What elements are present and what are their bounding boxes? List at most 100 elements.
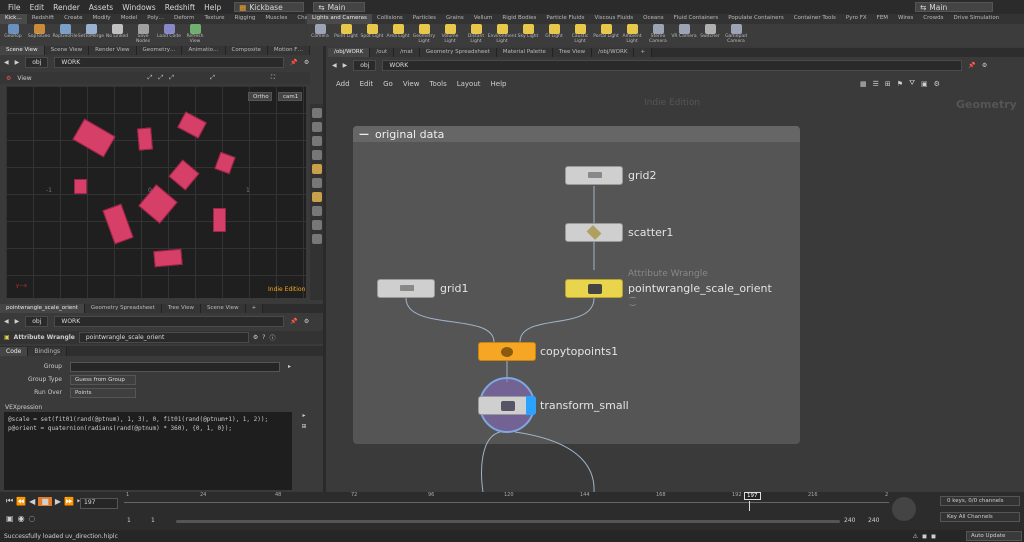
subtab-bindings[interactable]: Bindings [28,346,68,356]
performance-icon[interactable]: ⚠ [913,533,918,540]
shelf-tool-gamepad-camera[interactable]: Gamepad Camera [723,24,749,46]
normals-icon[interactable] [311,234,322,244]
scene-viewport[interactable]: -1 0 1 Ortho cam1 Indie Edition y—x [6,86,306,298]
tab-geometry[interactable]: Geometry… [136,46,183,55]
add-tab-icon[interactable]: + [634,48,653,57]
snap-icon-2[interactable]: ⤢ [158,74,163,82]
tab-geometry-spreadsheet[interactable]: Geometry Spreadsheet [84,304,162,313]
info-icon[interactable]: ⓘ [269,333,275,342]
tab-scene-view[interactable]: Scene View [0,46,45,55]
run-over-dropdown[interactable]: Points [70,387,136,398]
shelf-tool-savenodes[interactable]: Save Nodes [130,24,156,46]
shelf-tab[interactable]: Create [59,14,87,24]
shelf-tool-ropgeofile[interactable]: RopGeoFile [52,24,78,46]
shelf-tab[interactable]: Kick… [0,14,27,24]
tab-render-view[interactable]: Render View [89,46,137,55]
forward-icon[interactable]: ▶ [343,62,348,69]
range-start-2[interactable]: 1 [151,517,155,524]
back-icon[interactable]: ◀ [4,59,9,66]
shelf-tool-distant-light[interactable]: Distant Light [463,24,489,46]
subtab-code[interactable]: Code [0,346,29,356]
node-grid1[interactable] [377,279,435,298]
node-copytopoints1[interactable] [478,342,536,361]
rotate-icon[interactable] [311,136,322,146]
lock-icon[interactable]: ◼ [922,533,927,540]
next-key-icon[interactable]: ⏩ [64,497,74,506]
audio-icon[interactable]: ◉ [18,514,25,523]
range-slider[interactable] [176,520,840,523]
shelf-tool-portal-light[interactable]: Portal Light [593,24,619,46]
first-frame-icon[interactable]: ⏮ [6,496,13,506]
shelf-tool-volume-light[interactable]: Volume Light [437,24,463,46]
network-editor[interactable]: Indie Edition Geometry — original data g… [330,92,1024,492]
shelf-tool-loadcode[interactable]: Load Code [156,24,182,46]
current-frame-field[interactable]: 197 [80,498,118,509]
shelf-tool-area-light[interactable]: Area Light [385,24,411,46]
grid-icon[interactable]: ▦ [860,80,867,88]
auto-update-dropdown[interactable]: Auto Update [966,531,1022,541]
tab-animation[interactable]: Animatio… [182,46,226,55]
menu-render[interactable]: Render [53,3,80,12]
tab-mat[interactable]: /mat [394,48,420,57]
add-tab-icon[interactable]: + [245,304,264,313]
play-icon[interactable]: ▶ [55,497,61,506]
shelf-tab[interactable]: Drive Simulation [949,14,1005,24]
shelf-tool-stereo-camera[interactable]: Stereo Camera [645,24,671,46]
create-params-icon[interactable]: ⊞ [301,423,306,430]
menu-redshift[interactable]: Redshift [165,3,195,12]
gear-icon[interactable]: ⚙ [304,318,309,325]
shelf-tool-vr-camera[interactable]: VR Camera [671,24,697,46]
camera-dropdown[interactable]: cam1 [278,92,302,101]
shelf-tab[interactable]: Wires [893,14,918,24]
range-end[interactable]: 240 [844,517,855,524]
keys-info[interactable]: 0 keys, 0/0 channels [940,496,1020,506]
group-input[interactable] [70,361,280,372]
shelf-tool-soptogeo[interactable]: SopToGeo [26,24,52,46]
tab-motion[interactable]: Motion F… [267,46,310,55]
shelf-tab[interactable]: Redshift [27,14,59,24]
arrow-select-icon[interactable]: ▸ [288,363,291,370]
menu-windows[interactable]: Windows [122,3,155,12]
path-work[interactable]: WORK [54,316,285,327]
tab-network-work[interactable]: /obj/WORK [328,48,371,57]
path-obj[interactable]: obj [353,60,377,71]
tab-geometry-spreadsheet[interactable]: Geometry Spreadsheet [419,48,497,57]
pin-icon[interactable]: 📌 [290,318,297,325]
display-flag[interactable] [526,396,536,415]
shelf-tab[interactable]: Grains [441,14,469,24]
display-icon[interactable]: ▣ [921,80,928,88]
forward-icon[interactable]: ▶ [15,318,20,325]
gear-icon[interactable]: ⚙ [253,334,258,341]
ortho-dropdown[interactable]: Ortho [248,92,272,101]
tab-network-work-2[interactable]: /obj/WORK [592,48,635,57]
shelf-tab[interactable]: Rigid Bodies [497,14,541,24]
tab-composite[interactable]: Composite [225,46,268,55]
shelf-tab[interactable]: Container Tools [789,14,841,24]
snap-icon-3[interactable]: ⤢ [169,74,174,82]
node-transform-small[interactable] [478,396,536,415]
menu-edit[interactable]: Edit [30,3,45,12]
vex-code-editor[interactable]: @scale = set(fit01(rand(@ptnum), 1, 3), … [4,412,292,490]
tab-material-palette[interactable]: Material Palette [496,48,553,57]
shelf-tool-ambient-light[interactable]: Ambient Light [619,24,645,46]
network-icon[interactable]: ⊞ [885,80,891,88]
shelf-tool-gi-light[interactable]: GI Light [541,24,567,46]
node-name-field[interactable]: pointwrangle_scale_orient [78,332,249,343]
shelf-tool-sky-light[interactable]: Sky Light [515,24,541,46]
shelf-tab[interactable]: Fluid Containers [669,14,724,24]
menu-edit[interactable]: Edit [360,80,374,88]
path-work[interactable]: WORK [382,60,963,71]
shelf-tool-caustic-light[interactable]: Caustic Light [567,24,593,46]
menu-tools[interactable]: Tools [429,80,446,88]
shelf-tab[interactable]: Modify [87,14,115,24]
pin-icon[interactable]: 📌 [290,59,297,66]
reverse-play-icon[interactable]: ◀ [29,497,35,506]
shelf-tab[interactable]: Lights and Cameras [307,14,372,24]
shelf-tool-settomerge[interactable]: SetToMerge [78,24,104,46]
list-icon[interactable]: ☰ [873,80,879,88]
shelf-tab[interactable]: Crowds [918,14,948,24]
pin-icon[interactable]: 📌 [968,62,975,69]
node-scatter1[interactable] [565,223,623,242]
forward-icon[interactable]: ▶ [15,59,20,66]
menu-help[interactable]: Help [204,3,221,12]
